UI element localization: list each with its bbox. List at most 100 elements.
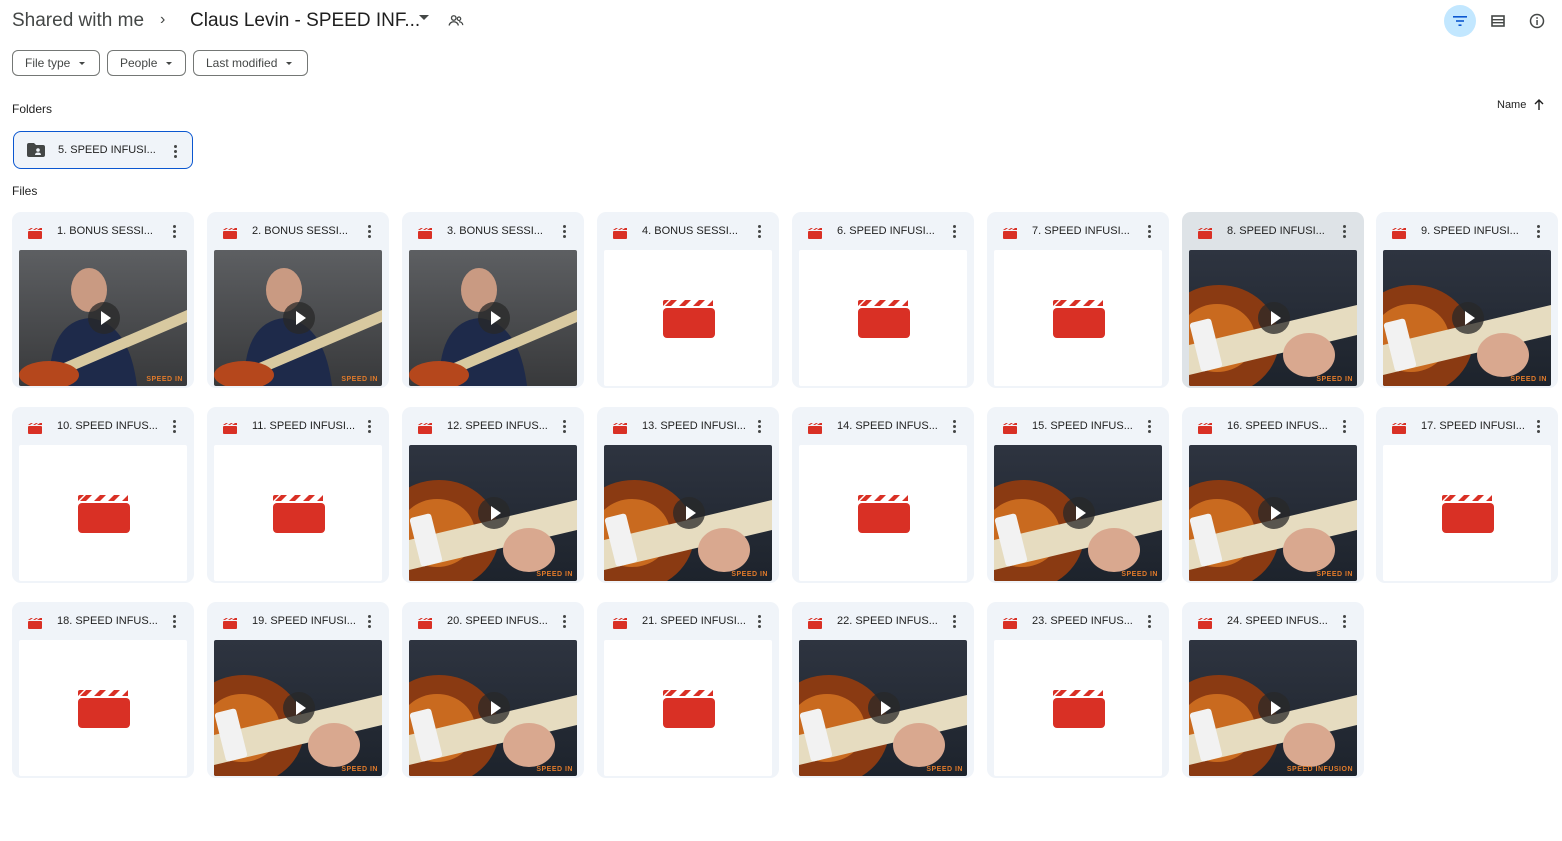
file-card[interactable]: 16. SPEED INFUS... SPEED IN <box>1182 407 1364 583</box>
speed-infusion-watermark: SPEED IN <box>926 766 963 773</box>
file-card[interactable]: 15. SPEED INFUS... SPEED IN <box>987 407 1169 583</box>
video-thumbnail[interactable]: SPEED IN <box>1189 445 1357 581</box>
file-card[interactable]: 12. SPEED INFUS... SPEED IN <box>402 407 584 583</box>
more-actions-icon[interactable] <box>563 615 567 630</box>
more-actions-icon[interactable] <box>1148 225 1152 240</box>
file-preview-placeholder[interactable] <box>214 445 382 581</box>
file-preview-placeholder[interactable] <box>604 250 772 386</box>
more-actions-icon[interactable] <box>368 420 372 435</box>
file-card[interactable]: 13. SPEED INFUSI... SPEED IN <box>597 407 779 583</box>
people-filter[interactable]: People <box>107 50 186 76</box>
more-actions-icon[interactable] <box>1537 420 1541 435</box>
video-type-icon <box>613 421 627 439</box>
more-actions-icon[interactable] <box>1343 225 1347 240</box>
more-actions-icon[interactable] <box>953 615 957 630</box>
file-preview-placeholder[interactable] <box>994 250 1162 386</box>
folder-menu-caret-icon[interactable] <box>419 15 429 20</box>
video-thumbnail[interactable]: SPEED IN <box>214 640 382 776</box>
video-type-icon <box>1003 616 1017 634</box>
file-preview-placeholder[interactable] <box>1383 445 1551 581</box>
video-type-icon <box>613 616 627 634</box>
file-type-filter[interactable]: File type <box>12 50 100 76</box>
file-card[interactable]: 22. SPEED INFUS... SPEED IN <box>792 602 974 778</box>
more-actions-icon[interactable] <box>1343 615 1347 630</box>
file-card[interactable]: 1. BONUS SESSI... SPEED IN <box>12 212 194 388</box>
play-icon <box>283 302 315 334</box>
more-actions-icon[interactable] <box>1343 420 1347 435</box>
more-actions-icon[interactable] <box>368 615 372 630</box>
file-card[interactable]: 20. SPEED INFUS... SPEED IN <box>402 602 584 778</box>
video-thumbnail[interactable]: SPEED IN <box>799 640 967 776</box>
file-card[interactable]: 18. SPEED INFUS... <box>12 602 194 778</box>
speed-infusion-watermark: SPEED INFUSION <box>1286 766 1353 773</box>
more-actions-icon[interactable] <box>953 420 957 435</box>
file-card[interactable]: 19. SPEED INFUSI... SPEED IN <box>207 602 389 778</box>
file-card[interactable]: 14. SPEED INFUS... <box>792 407 974 583</box>
people-filter-label: People <box>120 56 158 70</box>
file-card[interactable]: 17. SPEED INFUSI... <box>1376 407 1558 583</box>
breadcrumb-current-folder[interactable]: Claus Levin - SPEED INF... <box>190 10 420 32</box>
video-thumbnail[interactable]: SPEED IN <box>409 445 577 581</box>
video-thumbnail[interactable]: SPEED IN <box>19 250 187 386</box>
file-card[interactable]: 23. SPEED INFUS... <box>987 602 1169 778</box>
more-actions-icon[interactable] <box>173 225 177 240</box>
file-card[interactable]: 4. BONUS SESSI... <box>597 212 779 388</box>
breadcrumb-root[interactable]: Shared with me <box>12 10 144 32</box>
file-preview-placeholder[interactable] <box>799 445 967 581</box>
speed-infusion-watermark: SPEED IN <box>146 376 183 383</box>
video-thumbnail[interactable]: SPEED IN <box>1383 250 1551 386</box>
video-thumbnail[interactable]: SPEED IN <box>1189 250 1357 386</box>
play-icon <box>868 692 900 724</box>
video-thumbnail[interactable]: SPEED IN <box>994 445 1162 581</box>
details-button[interactable] <box>1521 5 1553 37</box>
sort-by-name-button[interactable]: Name <box>1497 99 1544 111</box>
video-thumbnail[interactable]: SPEED IN <box>409 640 577 776</box>
speed-infusion-watermark: SPEED IN <box>1316 376 1353 383</box>
more-actions-icon[interactable] <box>758 615 762 630</box>
video-thumbnail[interactable]: SPEED INFUSION <box>1189 640 1357 776</box>
file-preview-placeholder[interactable] <box>994 640 1162 776</box>
file-preview-placeholder[interactable] <box>799 250 967 386</box>
file-preview-placeholder[interactable] <box>19 445 187 581</box>
file-card[interactable]: 21. SPEED INFUSI... <box>597 602 779 778</box>
chevron-down-icon <box>286 61 293 65</box>
file-card[interactable]: 24. SPEED INFUS... SPEED INFUSION <box>1182 602 1364 778</box>
last-modified-filter-label: Last modified <box>206 56 278 70</box>
more-actions-icon[interactable] <box>758 420 762 435</box>
more-actions-icon[interactable] <box>1537 225 1541 240</box>
list-view-button[interactable] <box>1482 5 1514 37</box>
more-actions-icon[interactable] <box>173 420 177 435</box>
file-card[interactable]: 2. BONUS SESSI... SPEED IN <box>207 212 389 388</box>
shared-people-icon[interactable] <box>447 12 465 30</box>
last-modified-filter[interactable]: Last modified <box>193 50 308 76</box>
file-card[interactable]: 8. SPEED INFUSI... SPEED IN <box>1182 212 1364 388</box>
more-actions-icon[interactable] <box>758 225 762 240</box>
video-thumbnail[interactable] <box>409 250 577 386</box>
more-actions-icon[interactable] <box>953 225 957 240</box>
video-type-icon <box>1392 421 1406 439</box>
file-name: 15. SPEED INFUS... <box>1032 420 1133 432</box>
file-card[interactable]: 7. SPEED INFUSI... <box>987 212 1169 388</box>
file-card[interactable]: 10. SPEED INFUS... <box>12 407 194 583</box>
file-preview-placeholder[interactable] <box>19 640 187 776</box>
folder-item[interactable]: 5. SPEED INFUSI... <box>13 131 193 169</box>
video-thumbnail[interactable]: SPEED IN <box>214 250 382 386</box>
more-actions-icon[interactable] <box>563 225 567 240</box>
more-actions-icon[interactable] <box>174 145 178 160</box>
file-card[interactable]: 3. BONUS SESSI... <box>402 212 584 388</box>
file-card[interactable]: 9. SPEED INFUSI... SPEED IN <box>1376 212 1558 388</box>
more-actions-icon[interactable] <box>1148 420 1152 435</box>
more-actions-icon[interactable] <box>563 420 567 435</box>
more-actions-icon[interactable] <box>1148 615 1152 630</box>
filter-button[interactable] <box>1444 5 1476 37</box>
file-preview-placeholder[interactable] <box>604 640 772 776</box>
file-card[interactable]: 11. SPEED INFUSI... <box>207 407 389 583</box>
video-type-icon <box>28 616 42 634</box>
file-name: 3. BONUS SESSI... <box>447 225 543 237</box>
more-actions-icon[interactable] <box>173 615 177 630</box>
more-actions-icon[interactable] <box>368 225 372 240</box>
file-name: 8. SPEED INFUSI... <box>1227 225 1325 237</box>
video-thumbnail[interactable]: SPEED IN <box>604 445 772 581</box>
file-card[interactable]: 6. SPEED INFUSI... <box>792 212 974 388</box>
video-type-icon <box>1003 226 1017 244</box>
